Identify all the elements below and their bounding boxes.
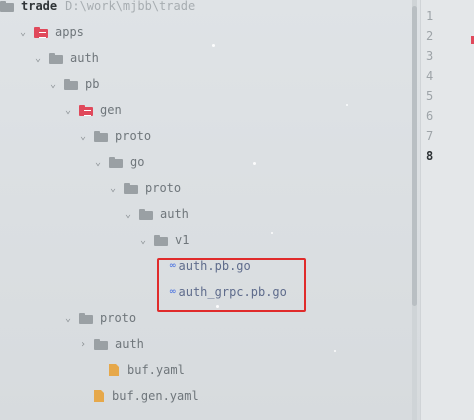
yaml-file-icon: [94, 390, 104, 402]
folder-icon: [139, 208, 153, 220]
yaml-file-icon: [109, 364, 119, 376]
chevron-down-icon[interactable]: ⌄: [138, 234, 148, 246]
folder-icon: [79, 312, 93, 324]
chevron-down-icon[interactable]: ⌄: [18, 26, 28, 38]
tree-item-label: v1: [175, 233, 190, 247]
tree-item-label: apps: [55, 25, 84, 39]
line-number: 7: [426, 129, 434, 143]
tree-item-label: buf.yaml: [127, 363, 185, 377]
tree-row-go[interactable]: ⌄ go: [93, 152, 144, 172]
folder-icon: [94, 338, 108, 350]
project-path: D:\work\mjbb\trade: [65, 0, 196, 13]
sparkle: [212, 44, 215, 47]
tree-row-proto[interactable]: ⌄ proto: [78, 126, 151, 146]
tree-item-label: go: [130, 155, 145, 169]
folder-icon: [49, 52, 63, 64]
sparkle: [334, 350, 336, 352]
line-number: 3: [426, 49, 434, 63]
sparkle: [253, 162, 256, 165]
tree-row-v1[interactable]: ⌄ v1: [138, 230, 189, 250]
chevron-down-icon[interactable]: ⌄: [48, 78, 58, 90]
module-folder-icon: [79, 104, 93, 116]
chevron-down-icon[interactable]: ⌄: [63, 104, 73, 116]
tree-item-label: auth: [160, 207, 189, 221]
folder-icon: [0, 0, 14, 12]
chevron-right-icon[interactable]: ›: [78, 338, 88, 350]
chevron-down-icon[interactable]: ⌄: [63, 312, 73, 324]
line-number: 4: [426, 69, 434, 83]
tree-row-buf-yaml[interactable]: buf.yaml: [93, 360, 185, 380]
folder-icon: [64, 78, 78, 90]
tree-item-label: gen: [100, 103, 122, 117]
tree-row-auth[interactable]: ⌄ auth: [33, 48, 99, 68]
tree-row-pb[interactable]: ⌄ pb: [48, 74, 99, 94]
tree-item-label: proto: [115, 129, 152, 143]
chevron-down-icon[interactable]: ⌄: [78, 130, 88, 142]
folder-icon: [154, 234, 168, 246]
tree-row-gen[interactable]: ⌄ gen: [63, 100, 122, 120]
project-name: trade: [21, 0, 58, 13]
tree-row-auth[interactable]: ⌄ auth: [123, 204, 189, 224]
tree-item-label: auth: [70, 51, 99, 65]
chevron-down-icon[interactable]: ⌄: [123, 208, 133, 220]
project-tree-panel: trade D:\work\mjbb\trade ⌄ apps ⌄ auth ⌄ pb ⌄ g…: [0, 0, 408, 420]
tree-row-proto[interactable]: ⌄ proto: [63, 308, 136, 328]
tree-item-label: proto: [145, 181, 182, 195]
line-number: 6: [426, 109, 434, 123]
chevron-down-icon[interactable]: ⌄: [93, 156, 103, 168]
folder-icon: [109, 156, 123, 168]
chevron-down-icon[interactable]: ⌄: [33, 52, 43, 64]
tree-item-label: proto: [100, 311, 137, 325]
line-number: 2: [426, 29, 434, 43]
tree-row-proto[interactable]: ⌄ proto: [108, 178, 181, 198]
tree-row-apps[interactable]: ⌄ apps: [18, 22, 84, 42]
folder-icon: [124, 182, 138, 194]
tree-item-label: pb: [85, 77, 100, 91]
tree-row-buf-gen-yaml[interactable]: buf.gen.yaml: [78, 386, 199, 406]
folder-icon: [94, 130, 108, 142]
tree-item-label: buf.gen.yaml: [112, 389, 199, 403]
line-number: 8: [426, 149, 434, 163]
sparkle: [216, 305, 219, 308]
sparkle: [346, 104, 348, 106]
line-number: 1: [426, 9, 434, 23]
module-folder-icon: [34, 26, 48, 38]
chevron-down-icon[interactable]: ⌄: [108, 182, 118, 194]
scroll-thumb[interactable]: [412, 6, 417, 306]
tree-row-auth[interactable]: › auth: [78, 334, 144, 354]
sparkle: [271, 232, 273, 234]
tree-item-label: auth: [115, 337, 144, 351]
highlight-box: [157, 258, 306, 312]
tree-row-project-root[interactable]: trade D:\work\mjbb\trade: [0, 0, 195, 16]
tree-scrollbar[interactable]: [412, 0, 417, 420]
line-number: 5: [426, 89, 434, 103]
editor-gutter: 1 2 3 4 5 6 7 8: [420, 0, 474, 420]
